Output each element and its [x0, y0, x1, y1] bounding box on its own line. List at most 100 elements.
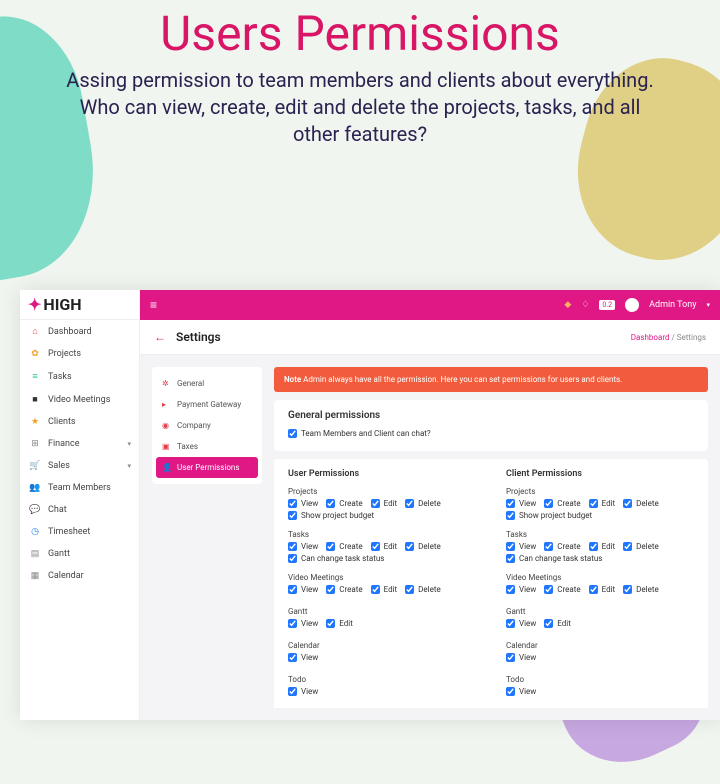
client-calendar-group: Calendar View [506, 641, 694, 665]
user-tasks-create-checkbox[interactable]: Create [326, 542, 362, 551]
client-tasks-view-checkbox[interactable]: View [506, 542, 536, 551]
user-tasks-edit-checkbox[interactable]: Edit [371, 542, 398, 551]
sidebar-item-chat[interactable]: 💬Chat [20, 499, 139, 521]
projects-icon: ✿ [28, 349, 42, 359]
client-projects-extra-checkbox[interactable]: Show project budget [506, 511, 694, 520]
nav-label: Calendar [48, 571, 84, 581]
client-gantt-view-checkbox[interactable]: View [506, 619, 536, 628]
nav-label: Team Members [48, 483, 111, 493]
sidebar-item-dashboard[interactable]: ⌂Dashboard [20, 320, 139, 343]
client-calendar-view-checkbox[interactable]: View [506, 653, 536, 662]
tab-payment-gateway[interactable]: ▸Payment Gateway [152, 394, 262, 415]
client-projects-view-checkbox[interactable]: View [506, 499, 536, 508]
user-projects-delete-checkbox[interactable]: Delete [405, 499, 441, 508]
gantt-icon: ▤ [28, 549, 42, 559]
tab-company[interactable]: ◉Company [152, 415, 262, 436]
nav-label: Projects [48, 349, 81, 359]
user-projects-edit-checkbox[interactable]: Edit [371, 499, 398, 508]
app-window: ✦HIGH ⌂Dashboard✿Projects≡Tasks■Video Me… [20, 290, 720, 720]
nav-label: Finance [48, 439, 79, 449]
badge[interactable]: 0.2 [599, 300, 615, 310]
client-tasks-create-checkbox[interactable]: Create [544, 542, 580, 551]
avatar[interactable] [625, 298, 639, 312]
calendar-icon: ▦ [28, 571, 42, 581]
client-perm-heading: Client Permissions [506, 469, 694, 479]
user-projects-view-checkbox[interactable]: View [288, 499, 318, 508]
user-calendar-view-checkbox[interactable]: View [288, 653, 318, 662]
client-tasks-edit-checkbox[interactable]: Edit [589, 542, 616, 551]
permissions-section: User Permissions ProjectsViewCreateEditD… [274, 459, 708, 708]
page-title: Settings [176, 330, 221, 344]
client-projects-create-checkbox[interactable]: Create [544, 499, 580, 508]
user-tasks-extra-checkbox[interactable]: Can change task status [288, 554, 476, 563]
user-projects-extra-checkbox[interactable]: Show project budget [288, 511, 476, 520]
tab-icon: ◉ [162, 421, 172, 430]
group-name: Todo [506, 675, 694, 684]
sidebar-item-calendar[interactable]: ▦ Calendar [20, 565, 139, 587]
topbar: ≡ ◆ ♢ 0.2 Admin Tony ▾ [140, 290, 720, 320]
logo: ✦HIGH [20, 290, 139, 320]
client-video-edit-checkbox[interactable]: Edit [589, 585, 616, 594]
client-todo-view-checkbox[interactable]: View [506, 687, 536, 696]
chevron-down-icon[interactable]: ▾ [706, 301, 710, 309]
user-gantt-group: GanttViewEdit [288, 607, 476, 631]
user-permissions-col: User Permissions ProjectsViewCreateEditD… [288, 469, 476, 708]
client-video-create-checkbox[interactable]: Create [544, 585, 580, 594]
user-tasks-view-checkbox[interactable]: View [288, 542, 318, 551]
flame-icon[interactable]: ◆ [564, 300, 571, 310]
back-icon[interactable]: ← [154, 330, 166, 344]
sidebar-item-tasks[interactable]: ≡Tasks [20, 365, 139, 388]
crumb-root[interactable]: Dashboard [631, 333, 670, 342]
client-video-delete-checkbox[interactable]: Delete [623, 585, 659, 594]
user-gantt-view-checkbox[interactable]: View [288, 619, 318, 628]
client-tasks-extra-checkbox[interactable]: Can change task status [506, 554, 694, 563]
user-name[interactable]: Admin Tony [649, 300, 696, 310]
client-video-view-checkbox[interactable]: View [506, 585, 536, 594]
sidebar-item-sales[interactable]: 🛒Sales▾ [20, 455, 139, 477]
tab-label: User Permissions [177, 463, 239, 472]
menu-icon[interactable]: ≡ [150, 298, 157, 312]
user-video-edit-checkbox[interactable]: Edit [371, 585, 398, 594]
group-name: Video Meetings [288, 573, 476, 582]
nav-label: Clients [48, 417, 76, 427]
tab-taxes[interactable]: ▣Taxes [152, 436, 262, 457]
group-name: Gantt [506, 607, 694, 616]
group-name: Calendar [506, 641, 694, 650]
group-name: Tasks [288, 530, 476, 539]
sidebar-item-gantt[interactable]: ▤ Gantt [20, 543, 139, 565]
tab-general[interactable]: ✲General [152, 373, 262, 394]
sidebar-item-projects[interactable]: ✿ Projects [20, 343, 139, 365]
nav-label: Sales [48, 461, 70, 471]
user-todo-view-checkbox[interactable]: View [288, 687, 318, 696]
bell-icon[interactable]: ♢ [581, 300, 589, 310]
client-projects-edit-checkbox[interactable]: Edit [589, 499, 616, 508]
client-tasks-delete-checkbox[interactable]: Delete [623, 542, 659, 551]
timesheet-icon: ◷ [28, 527, 42, 537]
user-video-group: Video Meetings View Create Edit Delete [288, 573, 476, 597]
tab-label: Taxes [177, 442, 198, 451]
chat-checkbox[interactable]: Team Members and Client can chat? [288, 429, 694, 438]
user-todo-group: TodoView [288, 675, 476, 699]
user-tasks-delete-checkbox[interactable]: Delete [405, 542, 441, 551]
sidebar-item-finance[interactable]: ⊞Finance▾ [20, 433, 139, 455]
user-gantt-edit-checkbox[interactable]: Edit [326, 619, 353, 628]
user-video-view-checkbox[interactable]: View [288, 585, 318, 594]
nav-label: Gantt [48, 549, 70, 559]
sidebar-item-video-meetings[interactable]: ■Video Meetings [20, 388, 139, 411]
client-gantt-edit-checkbox[interactable]: Edit [544, 619, 571, 628]
sidebar-item-team-members[interactable]: 👥Team Members [20, 477, 139, 499]
sidebar-item-timesheet[interactable]: ◷Timesheet [20, 521, 139, 543]
alert-note: Note Admin always have all the permissio… [274, 367, 708, 392]
hero-title: Users Permissions [30, 5, 690, 62]
user-video-create-checkbox[interactable]: Create [326, 585, 362, 594]
sidebar-item-clients[interactable]: ★Clients [20, 411, 139, 433]
general-heading: General permissions [288, 410, 694, 421]
client-video-group: Video MeetingsViewCreateEditDelete [506, 573, 694, 597]
client-todo-group: Todo View [506, 675, 694, 699]
group-name: Calendar [288, 641, 476, 650]
user-video-delete-checkbox[interactable]: Delete [405, 585, 441, 594]
client-tasks-group: TasksViewCreateEditDeleteCan change task… [506, 530, 694, 563]
user-projects-create-checkbox[interactable]: Create [326, 499, 362, 508]
tab-user-permissions[interactable]: 👤User Permissions [156, 457, 258, 478]
client-projects-delete-checkbox[interactable]: Delete [623, 499, 659, 508]
